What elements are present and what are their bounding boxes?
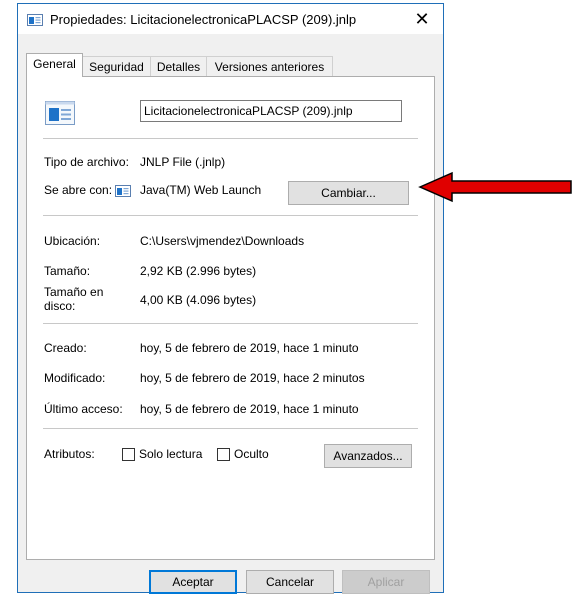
red-arrow-icon bbox=[418, 171, 572, 203]
general-panel: LicitacionelectronicaPLACSP (209).jnlp T… bbox=[26, 76, 435, 560]
size-on-disk-label-2: disco: bbox=[44, 299, 76, 313]
location-value: C:\Users\vjmendez\Downloads bbox=[140, 234, 305, 248]
created-label: Creado: bbox=[44, 341, 87, 355]
modified-label: Modificado: bbox=[44, 371, 106, 385]
last-access-label: Último acceso: bbox=[44, 402, 123, 416]
separator bbox=[43, 138, 418, 139]
read-only-label[interactable]: Solo lectura bbox=[139, 447, 202, 461]
properties-dialog: Propiedades: LicitacionelectronicaPLACSP… bbox=[17, 3, 444, 594]
separator bbox=[43, 323, 418, 324]
cancel-button[interactable]: Cancelar bbox=[246, 570, 334, 594]
tab-detalles[interactable]: Detalles bbox=[150, 56, 207, 76]
apply-button[interactable]: Aplicar bbox=[342, 570, 430, 594]
file-type-label: Tipo de archivo: bbox=[44, 155, 129, 169]
advanced-button[interactable]: Avanzados... bbox=[324, 444, 412, 468]
hidden-checkbox[interactable] bbox=[217, 448, 230, 461]
file-name-field[interactable]: LicitacionelectronicaPLACSP (209).jnlp bbox=[140, 100, 402, 122]
ok-button[interactable]: Aceptar bbox=[149, 570, 237, 594]
separator bbox=[43, 428, 418, 429]
tab-seguridad[interactable]: Seguridad bbox=[82, 56, 151, 76]
size-value: 2,92 KB (2.996 bytes) bbox=[140, 264, 257, 278]
size-on-disk-value: 4,00 KB (4.096 bytes) bbox=[140, 293, 257, 307]
last-access-value: hoy, 5 de febrero de 2019, hace 1 minuto bbox=[140, 402, 359, 416]
tab-general[interactable]: General bbox=[26, 53, 83, 77]
created-value: hoy, 5 de febrero de 2019, hace 1 minuto bbox=[140, 341, 359, 355]
jnlp-file-icon bbox=[45, 101, 75, 125]
size-label: Tamaño: bbox=[44, 264, 91, 278]
opens-with-value: Java(TM) Web Launch bbox=[140, 183, 262, 197]
title-bar: Propiedades: LicitacionelectronicaPLACSP… bbox=[18, 4, 443, 34]
window-title: Propiedades: LicitacionelectronicaPLACSP… bbox=[50, 12, 357, 27]
java-app-icon bbox=[115, 185, 131, 197]
tab-versiones-anteriores[interactable]: Versiones anteriores bbox=[206, 56, 333, 76]
change-button[interactable]: Cambiar... bbox=[288, 181, 409, 205]
read-only-checkbox[interactable] bbox=[122, 448, 135, 461]
file-icon bbox=[27, 14, 43, 26]
modified-value: hoy, 5 de febrero de 2019, hace 2 minuto… bbox=[140, 371, 365, 385]
close-icon[interactable]: ✕ bbox=[410, 8, 434, 30]
file-type-value: JNLP File (.jnlp) bbox=[140, 155, 226, 169]
hidden-label[interactable]: Oculto bbox=[234, 447, 269, 461]
attributes-label: Atributos: bbox=[44, 447, 95, 461]
separator bbox=[43, 215, 418, 216]
opens-with-label: Se abre con: bbox=[44, 183, 113, 197]
location-label: Ubicación: bbox=[44, 234, 101, 248]
size-on-disk-label: Tamaño en bbox=[44, 285, 104, 299]
